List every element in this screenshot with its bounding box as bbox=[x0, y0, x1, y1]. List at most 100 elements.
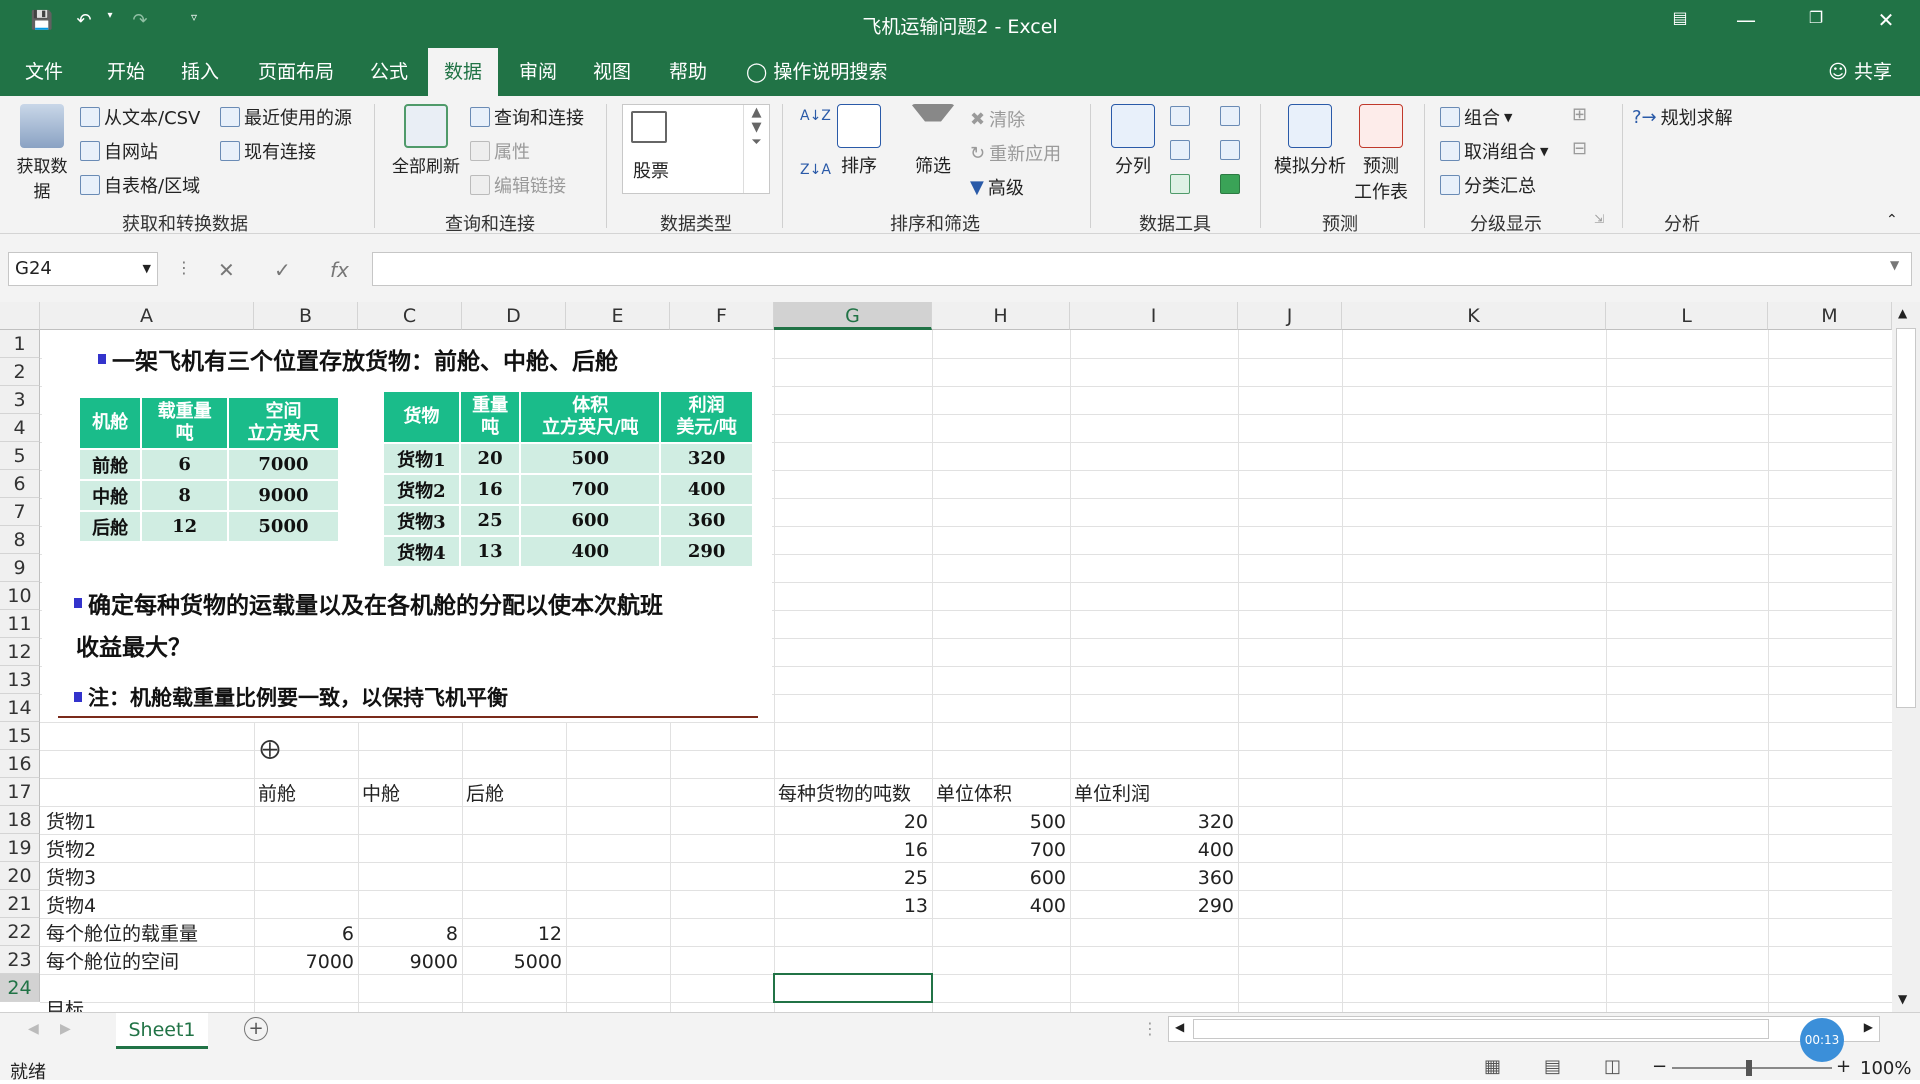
advanced-button[interactable]: ▼ 高级 bbox=[970, 174, 1024, 200]
row-header[interactable]: 14 bbox=[0, 694, 40, 722]
row-header[interactable]: 13 bbox=[0, 666, 40, 694]
text-to-columns-button[interactable]: 分列 bbox=[1104, 104, 1162, 178]
forecast-sheet-button[interactable]: 预测 工作表 bbox=[1352, 104, 1410, 204]
scroll-left-icon[interactable]: ◀ bbox=[1175, 1020, 1184, 1034]
row-header[interactable]: 24 bbox=[0, 974, 40, 1002]
cell-b23[interactable]: 7000 bbox=[254, 948, 354, 976]
row-header[interactable]: 21 bbox=[0, 890, 40, 918]
prev-sheet-icon[interactable]: ◀ bbox=[28, 1021, 39, 1037]
outline-dialog-launcher-icon[interactable]: ⇲ bbox=[1594, 212, 1604, 226]
column-header[interactable]: D bbox=[462, 302, 566, 330]
page-layout-view-icon[interactable]: ▤ bbox=[1544, 1056, 1561, 1077]
recent-sources-button[interactable]: 最近使用的源 bbox=[220, 104, 352, 130]
row-header[interactable]: 10 bbox=[0, 582, 40, 610]
row-header[interactable]: 7 bbox=[0, 498, 40, 526]
cell-a23[interactable]: 每个舱位的空间 bbox=[46, 948, 179, 976]
add-sheet-icon[interactable]: + bbox=[244, 1017, 268, 1041]
subtotal-button[interactable]: 分类汇总 bbox=[1440, 172, 1536, 198]
cell-g21[interactable]: 13 bbox=[774, 892, 928, 920]
cell-h19[interactable]: 700 bbox=[932, 836, 1066, 864]
column-header[interactable]: E bbox=[566, 302, 670, 330]
row-header[interactable]: 20 bbox=[0, 862, 40, 890]
consolidate-icon[interactable] bbox=[1220, 106, 1240, 126]
group-button[interactable]: 组合 ▼ bbox=[1440, 104, 1512, 130]
refresh-all-button[interactable]: 全部刷新 bbox=[386, 104, 466, 177]
split-handle-icon[interactable]: ⋮ bbox=[1142, 1019, 1158, 1038]
cancel-icon[interactable]: ✕ bbox=[218, 258, 235, 282]
column-header[interactable]: B bbox=[254, 302, 358, 330]
cell-i17[interactable]: 单位利润 bbox=[1074, 780, 1150, 808]
cell-i21[interactable]: 290 bbox=[1070, 892, 1234, 920]
column-header[interactable]: J bbox=[1238, 302, 1342, 330]
queries-connections-button[interactable]: 查询和连接 bbox=[470, 104, 584, 130]
column-header[interactable]: K bbox=[1342, 302, 1606, 330]
row-header[interactable]: 2 bbox=[0, 358, 40, 386]
column-header[interactable]: C bbox=[358, 302, 462, 330]
enter-icon[interactable]: ✓ bbox=[274, 258, 291, 282]
hide-detail-icon[interactable]: ⊟ bbox=[1572, 138, 1587, 159]
tell-me-search[interactable]: ◯ 操作说明搜索 bbox=[746, 48, 906, 96]
from-web-button[interactable]: 自网站 bbox=[80, 138, 158, 164]
formula-input[interactable] bbox=[372, 252, 1912, 286]
properties-button[interactable]: 属性 bbox=[470, 138, 530, 164]
select-all-corner[interactable] bbox=[0, 302, 40, 330]
from-text-button[interactable]: 从文本/CSV bbox=[80, 104, 200, 130]
tab-file[interactable]: 文件 bbox=[12, 48, 76, 96]
row-header[interactable]: 11 bbox=[0, 610, 40, 638]
cell-i20[interactable]: 360 bbox=[1070, 864, 1234, 892]
page-break-view-icon[interactable]: ◫ bbox=[1604, 1056, 1621, 1077]
edit-links-button[interactable]: 编辑链接 bbox=[470, 172, 566, 198]
sheet-tab-sheet1[interactable]: Sheet1 bbox=[116, 1013, 208, 1049]
vertical-scroll-thumb[interactable] bbox=[1896, 328, 1916, 708]
data-validation-icon[interactable] bbox=[1170, 174, 1190, 194]
cell-d17[interactable]: 后舱 bbox=[466, 780, 504, 808]
name-box-dropdown-icon[interactable]: ▼ bbox=[143, 253, 151, 285]
tab-help[interactable]: 帮助 bbox=[656, 48, 720, 96]
scroll-up-icon[interactable]: ▲ bbox=[1898, 306, 1907, 320]
flash-fill-icon[interactable] bbox=[1170, 106, 1190, 126]
clear-button[interactable]: ✖ 清除 bbox=[970, 106, 1025, 132]
cell-h21[interactable]: 400 bbox=[932, 892, 1066, 920]
ribbon-display-icon[interactable]: ▤ bbox=[1660, 8, 1700, 27]
column-header[interactable]: H bbox=[932, 302, 1070, 330]
gallery-scroll[interactable]: ▲ ▼ ⏷ bbox=[743, 105, 769, 193]
tab-page-layout[interactable]: 页面布局 bbox=[250, 48, 342, 96]
row-header[interactable]: 6 bbox=[0, 470, 40, 498]
cell-a18[interactable]: 货物1 bbox=[46, 808, 96, 836]
tab-home[interactable]: 开始 bbox=[94, 48, 158, 96]
data-model-icon[interactable] bbox=[1220, 174, 1240, 194]
expand-formula-bar-icon[interactable]: ▼ bbox=[1890, 258, 1899, 272]
column-header[interactable]: F bbox=[670, 302, 774, 330]
reapply-button[interactable]: ↻ 重新应用 bbox=[970, 140, 1061, 166]
row-header[interactable]: 22 bbox=[0, 918, 40, 946]
row-header[interactable]: 4 bbox=[0, 414, 40, 442]
cell-h18[interactable]: 500 bbox=[932, 808, 1066, 836]
remove-duplicates-icon[interactable] bbox=[1170, 140, 1190, 160]
column-header[interactable]: I bbox=[1070, 302, 1238, 330]
sort-button[interactable]: 排序 bbox=[834, 104, 884, 178]
cell-a21[interactable]: 货物4 bbox=[46, 892, 96, 920]
zoom-in-icon[interactable]: + bbox=[1836, 1056, 1851, 1077]
row-header[interactable]: 16 bbox=[0, 750, 40, 778]
cell-a19[interactable]: 货物2 bbox=[46, 836, 96, 864]
collapse-ribbon-icon[interactable]: ⌃ bbox=[1886, 212, 1898, 228]
zoom-slider[interactable] bbox=[1672, 1067, 1832, 1069]
sort-desc-icon[interactable]: Z↓A bbox=[800, 162, 831, 178]
cell-a25[interactable]: 目标 bbox=[46, 1000, 84, 1012]
column-header-selected[interactable]: G bbox=[774, 302, 932, 330]
solver-button[interactable]: ?→ 规划求解 bbox=[1632, 104, 1733, 130]
next-sheet-icon[interactable]: ▶ bbox=[60, 1021, 71, 1037]
scroll-down-icon[interactable]: ▼ bbox=[1898, 992, 1907, 1006]
relationships-icon[interactable] bbox=[1220, 140, 1240, 160]
zoom-out-icon[interactable]: − bbox=[1652, 1056, 1667, 1077]
row-header[interactable]: 5 bbox=[0, 442, 40, 470]
cell-d22[interactable]: 12 bbox=[462, 920, 562, 948]
tab-insert[interactable]: 插入 bbox=[168, 48, 232, 96]
horizontal-scrollbar[interactable]: ◀ ▶ bbox=[1168, 1016, 1880, 1042]
tab-formulas[interactable]: 公式 bbox=[358, 48, 420, 96]
row-header[interactable]: 17 bbox=[0, 778, 40, 806]
column-header[interactable]: L bbox=[1606, 302, 1768, 330]
what-if-analysis-button[interactable]: 模拟分析 bbox=[1272, 104, 1348, 178]
existing-connections-button[interactable]: 现有连接 bbox=[220, 138, 316, 164]
cell-a22[interactable]: 每个舱位的载重量 bbox=[46, 920, 198, 948]
